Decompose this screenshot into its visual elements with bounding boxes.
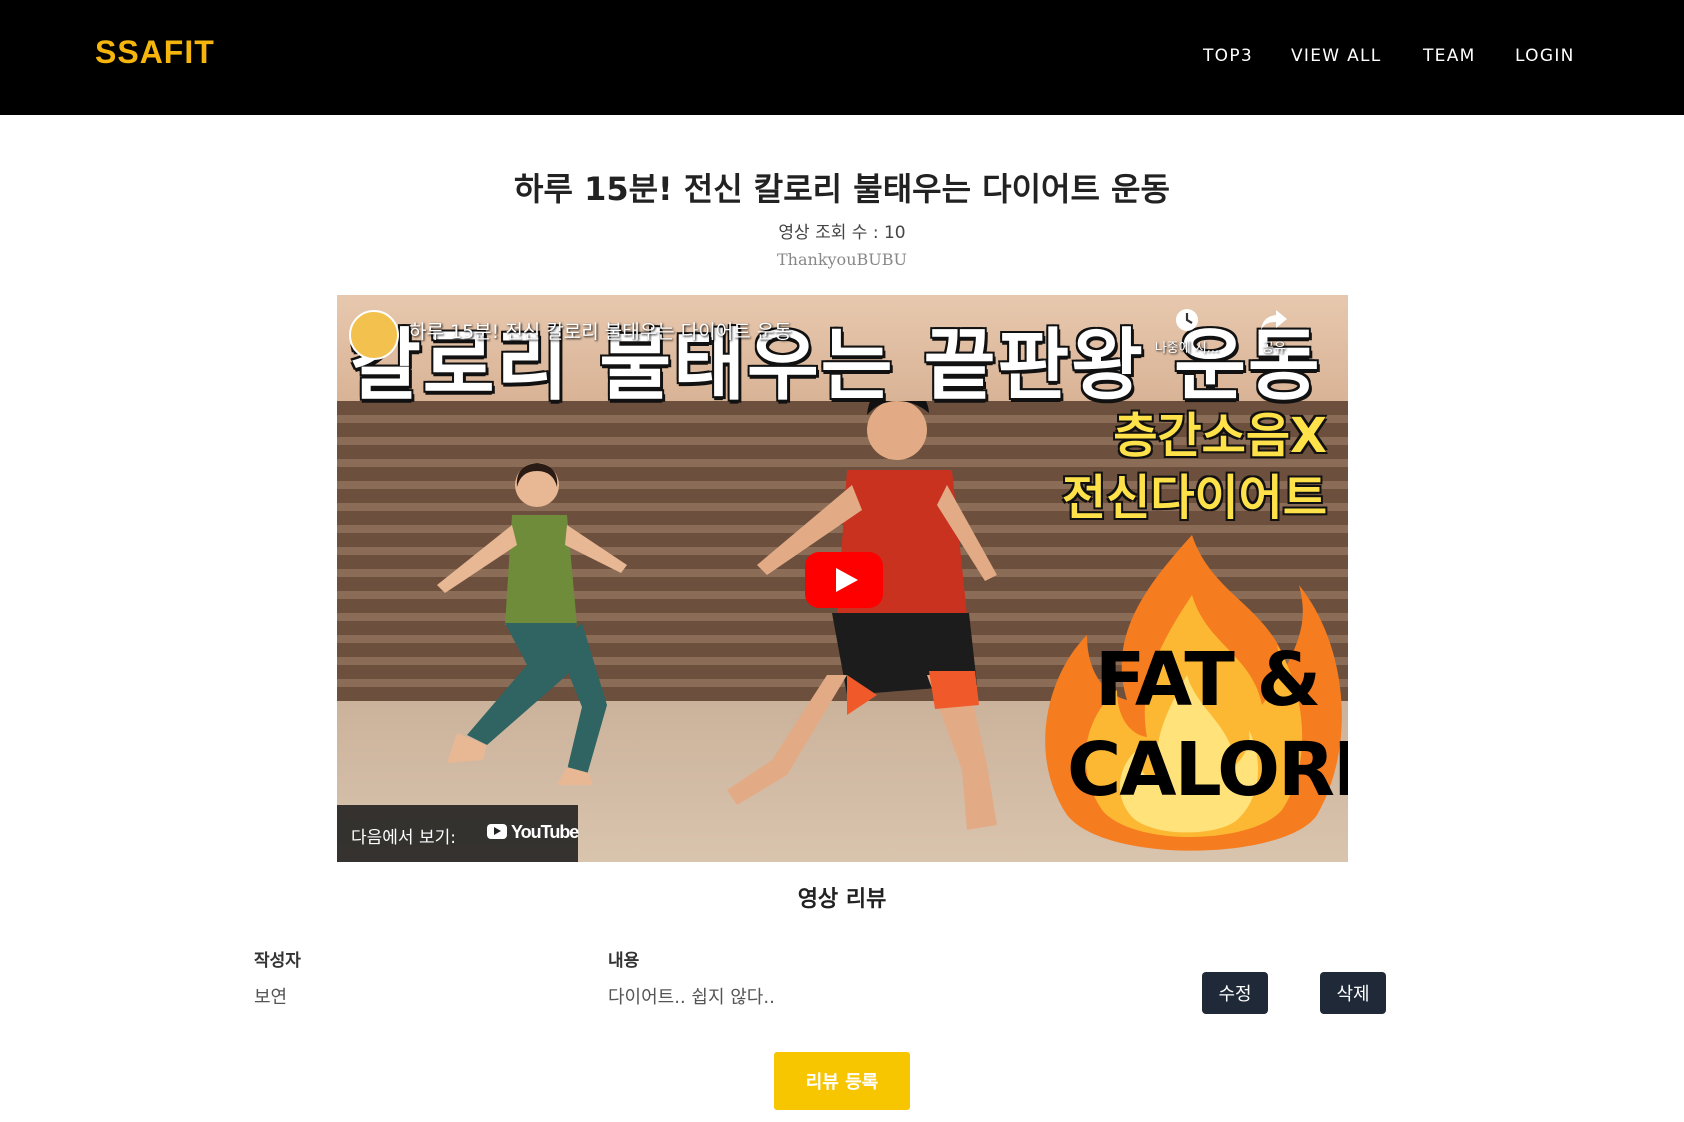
channel-name: ThankyouBUBU — [777, 250, 907, 269]
thumbnail-headline: 층간소음X 전신다이어트 — [1027, 405, 1327, 529]
watch-later-button[interactable]: 나중에 시... — [1147, 307, 1227, 356]
view-count: 영상 조회 수 : 10 — [778, 223, 906, 243]
thumbnail-headline-line-1: 층간소음X — [1113, 408, 1327, 464]
share-arrow-icon — [1261, 310, 1287, 330]
youtube-player[interactable]: 칼로리 불태우는 끝판왕 운동 층간소음X 전신다이어트 FAT & CALOR… — [337, 295, 1348, 862]
play-button-icon[interactable] — [805, 552, 883, 608]
thumbnail-fat-calorie: FAT & CALORIE — [1067, 635, 1348, 815]
nav-link-top3[interactable]: TOP3 — [1203, 46, 1253, 66]
clock-icon — [1176, 309, 1198, 331]
channel-avatar[interactable] — [349, 310, 399, 360]
nav-link-login[interactable]: LOGIN — [1515, 46, 1575, 66]
review-author: 보연 — [254, 987, 288, 1008]
youtube-logo-text: YouTube — [511, 822, 579, 842]
thumbnail-fat-text: FAT & — [1094, 637, 1321, 723]
brand-logo[interactable]: SSAFIT — [95, 34, 215, 71]
nav-link-view-all[interactable]: VIEW ALL — [1291, 46, 1382, 66]
share-button[interactable]: 공유 — [1239, 307, 1309, 356]
thumbnail-person-left — [437, 463, 627, 785]
nav-link-team[interactable]: TEAM — [1423, 46, 1476, 66]
share-label: 공유 — [1262, 341, 1286, 356]
video-title: 하루 15분! 전신 칼로리 불태우는 다이어트 운동 — [514, 170, 1170, 208]
top-navbar: SSAFIT TOP3 VIEW ALL TEAM LOGIN — [0, 0, 1684, 115]
youtube-logo-icon — [487, 824, 507, 839]
column-header-content: 내용 — [608, 951, 640, 971]
delete-review-button[interactable]: 삭제 — [1320, 972, 1386, 1014]
reviews-heading: 영상 리뷰 — [797, 887, 887, 912]
watch-later-label: 나중에 시... — [1154, 341, 1220, 356]
column-header-author: 작성자 — [254, 951, 301, 971]
watch-on-label: 다음에서 보기: — [351, 828, 456, 848]
thumbnail-calorie-text: CALORIE — [1067, 727, 1348, 813]
watch-on-youtube-button[interactable]: 다음에서 보기: YouTube — [337, 805, 579, 862]
player-video-title[interactable]: 하루 15분! 전신 칼로리 불태우는 다이어트 운동 — [409, 317, 792, 344]
edit-review-button[interactable]: 수정 — [1202, 972, 1268, 1014]
review-content: 다이어트.. 쉽지 않다.. — [608, 987, 775, 1008]
register-review-button[interactable]: 리뷰 등록 — [774, 1052, 910, 1110]
thumbnail-headline-line-2: 전신다이어트 — [1062, 470, 1327, 526]
